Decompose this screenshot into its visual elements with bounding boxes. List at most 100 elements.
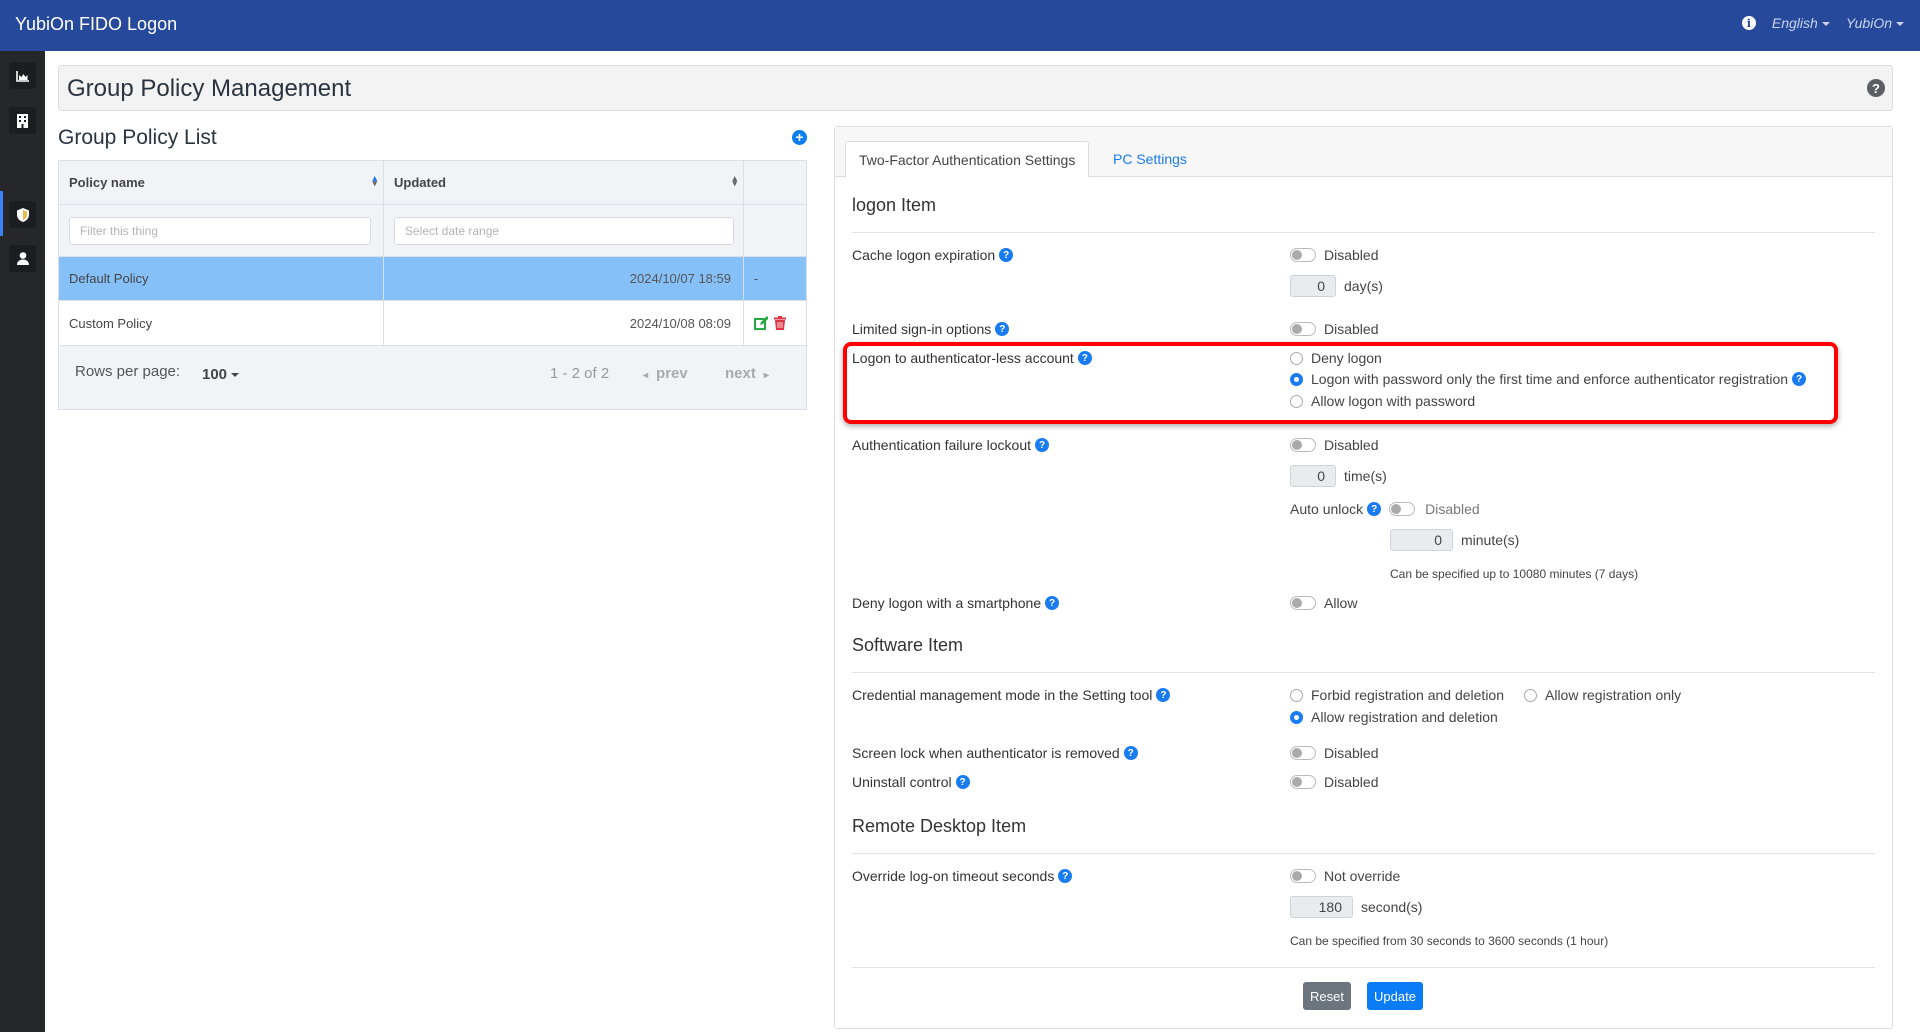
language-dropdown[interactable]: English [1772,15,1830,31]
pagination-info: 1 - 2 of 2 [550,365,610,382]
help-icon[interactable]: ? [1077,351,1092,365]
column-label: Updated [394,175,446,190]
help-icon[interactable]: ? [1792,372,1807,386]
label-text: Limited sign-in options [852,321,992,337]
next-page-button[interactable]: next ▸ [725,365,769,382]
sidebar-item-dashboard[interactable] [9,62,36,89]
radio-deny-logon[interactable]: Deny logon [1290,350,1382,366]
updated-cell: 2024/10/07 18:59 [384,257,744,300]
radio-allow-registration-deletion[interactable]: Allow registration and deletion [1290,709,1498,725]
auto-unlock-toggle[interactable] [1389,502,1416,516]
radio-button[interactable] [1290,710,1303,724]
question-circle-icon[interactable]: ? [1867,79,1885,97]
limited-signin-toggle[interactable] [1290,322,1316,336]
language-label: English [1771,15,1818,31]
caret-down-icon [1896,22,1904,27]
cache-logon-days-input[interactable]: 0 [1290,275,1336,297]
uninstall-control-label: Uninstall control? [852,774,970,790]
user-dropdown[interactable]: YubiOn [1846,15,1904,31]
logon-timeout-seconds-input[interactable]: 180 [1290,896,1353,918]
rows-per-page-select[interactable]: 100 [202,366,240,383]
column-header-updated[interactable]: Updated ▴ ▾ [384,161,744,204]
radio-label: Allow logon with password [1311,393,1476,409]
table-footer: Rows per page: 100 1 - 2 of 2 ◂ prev next… [59,347,806,409]
help-icon[interactable]: ? [1058,869,1073,883]
actions-cell [744,301,806,345]
filter-cell [744,205,806,256]
help-icon[interactable]: ? [995,322,1010,336]
help-icon[interactable]: ? [955,775,970,789]
app-title[interactable]: YubiOn FIDO Logon [15,14,177,35]
chevron-left-icon: ◂ [643,370,649,381]
policy-name-filter-input[interactable] [69,216,371,245]
cache-logon-toggle-group: Disabled [1290,247,1378,263]
credential-mode-label: Credential management mode in the Settin… [852,687,1171,703]
failure-lockout-times-input[interactable]: 0 [1290,465,1336,487]
reset-button[interactable]: Reset [1303,982,1351,1010]
plus-circle-icon[interactable]: + [792,130,807,145]
top-navbar: YubiOn FIDO Logon i English YubiOn [0,0,1920,51]
deny-smartphone-label: Deny logon with a smartphone? [852,595,1060,611]
label-text: Override log-on timeout seconds [852,868,1055,884]
table-header-row: Policy name ▴ ▾ Updated ▴ ▾ [59,161,806,205]
failure-lockout-toggle-group: Disabled [1290,437,1378,453]
radio-forbid-registration[interactable]: Forbid registration and deletion [1290,687,1504,703]
radio-button[interactable] [1290,372,1303,386]
date-range-input[interactable] [394,216,734,245]
label-text: Logon to authenticator-less account [852,350,1074,366]
shield-icon [16,207,29,222]
trash-icon[interactable] [774,316,786,330]
actions-cell: - [754,271,759,286]
sidebar-item-group-policy[interactable] [9,201,36,228]
sidebar-active-indicator [0,191,3,236]
radio-button[interactable] [1290,394,1303,408]
failure-lockout-toggle[interactable] [1290,438,1316,452]
authless-account-label: Logon to authenticator-less account? [852,350,1092,366]
prev-page-button[interactable]: ◂ prev [643,365,688,382]
limited-signin-label: Limited sign-in options? [852,321,1010,337]
update-button[interactable]: Update [1367,982,1423,1010]
unit-label: time(s) [1344,468,1387,484]
table-row[interactable]: Custom Policy 2024/10/08 08:09 [59,301,806,346]
label-text: Cache logon expiration [852,247,996,263]
rows-per-page-value: 100 [202,366,228,383]
edit-icon[interactable] [754,316,768,330]
updated-cell: 2024/10/08 08:09 [384,301,744,345]
screen-lock-toggle[interactable] [1290,746,1316,760]
deny-smartphone-toggle[interactable] [1290,596,1316,610]
settings-tabs: Two-Factor Authentication Settings PC Se… [835,127,1892,178]
logon-timeout-toggle[interactable] [1290,869,1316,883]
policy-name-cell: Default Policy [59,257,384,300]
uninstall-control-toggle[interactable] [1290,775,1316,789]
radio-password-first-time[interactable]: Logon with password only the first time … [1290,371,1807,387]
radio-allow-registration-only[interactable]: Allow registration only [1524,687,1681,703]
radio-button[interactable] [1524,688,1537,702]
toggle-state: Disabled [1324,247,1379,263]
uninstall-control-toggle-group: Disabled [1290,774,1378,790]
failure-lockout-label: Authentication failure lockout? [852,437,1049,453]
radio-button[interactable] [1290,688,1303,702]
tab-two-factor-authentication[interactable]: Two-Factor Authentication Settings [845,141,1090,178]
help-icon[interactable]: ? [1035,438,1049,452]
radio-button[interactable] [1290,351,1303,365]
tab-pc-settings[interactable]: PC Settings [1100,141,1200,178]
cache-logon-toggle[interactable] [1290,248,1316,262]
help-icon[interactable]: ? [1123,746,1138,760]
help-icon[interactable]: ? [999,248,1014,262]
radio-allow-password[interactable]: Allow logon with password [1290,393,1475,409]
auto-unlock-minutes-input[interactable]: 0 [1390,529,1453,551]
user-label: YubiOn [1845,15,1892,31]
help-icon[interactable]: ? [1045,596,1060,610]
help-icon[interactable]: ? [1367,502,1382,516]
section-divider [852,232,1875,233]
sidebar-item-organization[interactable] [9,107,36,134]
sidebar-item-users[interactable] [9,245,36,272]
logon-timeout-seconds-group: 180 second(s) [1290,896,1422,918]
help-icon[interactable]: ? [1156,688,1171,702]
table-row[interactable]: Default Policy 2024/10/07 18:59 - [59,257,806,301]
column-header-policy-name[interactable]: Policy name ▴ ▾ [59,161,384,204]
group-policy-list-title: Group Policy List [58,126,217,149]
column-label: Policy name [69,175,145,190]
failure-lockout-times-group: 0 time(s) [1290,465,1387,487]
info-circle-icon[interactable]: i [1741,16,1756,30]
